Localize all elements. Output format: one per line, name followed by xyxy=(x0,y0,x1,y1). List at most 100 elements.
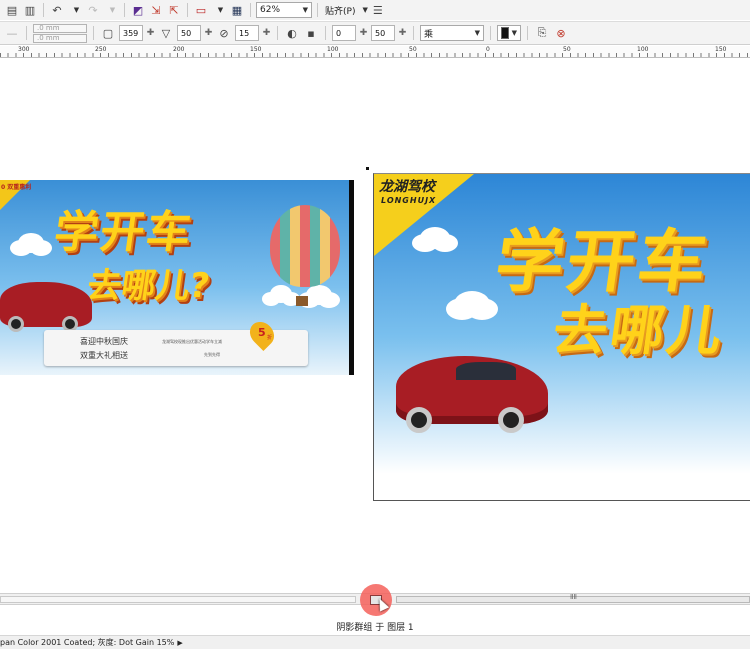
shadow-offset-x-field[interactable]: .0 mm xyxy=(33,23,87,33)
search-content-icon[interactable]: ◩ xyxy=(130,2,146,18)
nudge-fields: .0 mm .0 mm xyxy=(33,23,87,43)
shadow-fade-field[interactable]: 0 xyxy=(332,25,356,41)
toolbar-divider xyxy=(277,26,278,40)
feather-icon: ⊘ xyxy=(219,26,229,40)
spin-icon[interactable]: ✚ xyxy=(204,28,213,38)
brand-name-cn: 龙湖驾校 xyxy=(379,179,435,195)
promo-line2: 双重大礼相送 xyxy=(80,351,128,360)
shadow-angle-field[interactable]: 359 xyxy=(119,25,143,41)
car-window-icon xyxy=(456,362,516,380)
toolbar-divider xyxy=(26,26,27,40)
discount-value: 5 xyxy=(258,326,266,339)
shadow-opacity-field[interactable]: 50 xyxy=(177,25,201,41)
undo-icon[interactable]: ↶ xyxy=(49,2,65,18)
zoom-level-select[interactable]: 62% ▼ xyxy=(256,2,312,18)
snap-dropdown-icon[interactable]: ▼ xyxy=(362,6,367,14)
shadow-color-swatch xyxy=(501,27,509,39)
toolbar-divider xyxy=(93,26,94,40)
object-info-text: 阴影群组 于 图层 1 xyxy=(336,622,414,633)
transparency-operation-value: 乘 xyxy=(424,29,434,40)
ruler-label: 100 xyxy=(327,46,339,53)
right-banner-image[interactable]: 龙湖驾校 LONGHUJX 学开车 去哪儿 xyxy=(373,173,750,501)
red-car-icon xyxy=(396,356,548,433)
left-headline-line1: 学开车 xyxy=(50,207,196,258)
spin-icon[interactable]: ✚ xyxy=(398,28,407,38)
shadow-feather-field[interactable]: 15 xyxy=(235,25,259,41)
copy-shadow-properties-icon[interactable]: ⎘ xyxy=(534,25,550,41)
ruler-label: 0 xyxy=(486,46,490,53)
left-headline-line2: 去哪儿? xyxy=(84,266,213,306)
preset-icon: — xyxy=(6,26,18,40)
toolbar-divider xyxy=(124,3,125,17)
shadow-color-picker[interactable]: ▼ xyxy=(497,25,521,41)
standard-toolbar: ▤ ▥ ↶ ▼ ↷ ▼ ◩ ⇲ ⇱ ▭ ▼ ▦ 62% ▼ 贴齐(P) ▼ ☰ xyxy=(0,0,750,20)
application-launcher-icon[interactable]: ▦ xyxy=(229,2,245,18)
redo-dropdown-icon[interactable]: ▼ xyxy=(103,2,119,18)
pdf-dropdown-icon[interactable]: ▼ xyxy=(211,2,227,18)
toolbar-divider xyxy=(43,3,44,17)
scroll-grip-icon: ⅡⅡ xyxy=(570,593,577,601)
ruler-label: 100 xyxy=(637,46,649,53)
chevron-down-icon: ▼ xyxy=(511,29,517,37)
chevron-down-icon: ▼ xyxy=(302,6,308,14)
ruler-label: 250 xyxy=(95,46,107,53)
opacity-icon: ▽ xyxy=(161,26,171,40)
spin-icon[interactable]: ✚ xyxy=(359,28,368,38)
toolbar-divider xyxy=(527,26,528,40)
undo-dropdown-icon[interactable]: ▼ xyxy=(67,2,83,18)
shadow-stretch-field[interactable]: 50 xyxy=(371,25,395,41)
toolbar-divider xyxy=(317,3,318,17)
brand-name-en: LONGHUJX xyxy=(381,196,437,205)
color-profile-expand-icon[interactable]: ▶ xyxy=(177,639,182,647)
object-status-bar: 阴影群组 于 图层 1 xyxy=(0,618,750,634)
toolbar-divider xyxy=(413,26,414,40)
color-profile-text: pan Color 2001 Coated; 灰度: Dot Gain 15% xyxy=(0,638,175,647)
hot-air-balloon-icon xyxy=(270,205,340,287)
cloud-shape xyxy=(262,292,280,306)
paste-icon[interactable]: ▥ xyxy=(22,2,38,18)
toolbar-divider xyxy=(250,3,251,17)
shadow-offset-y-field[interactable]: .0 mm xyxy=(33,33,87,43)
horizontal-ruler[interactable]: 300 250 200 150 100 50 0 50 100 150 xyxy=(0,46,750,58)
promo-line1: 喜迎中秋国庆 xyxy=(80,337,128,346)
publish-pdf-icon[interactable]: ▭ xyxy=(193,2,209,18)
red-car-icon xyxy=(0,282,92,332)
selection-handle[interactable] xyxy=(366,167,369,170)
spin-icon[interactable]: ✚ xyxy=(262,28,271,38)
cloud-shape xyxy=(446,298,478,320)
feather-direction-icon[interactable]: ◐ xyxy=(284,25,300,41)
scroll-track-left[interactable] xyxy=(0,596,356,603)
cut-icon[interactable]: ▤ xyxy=(4,2,20,18)
discount-unit: 折 xyxy=(267,335,273,341)
options-icon[interactable]: ☰ xyxy=(370,2,386,18)
snap-to-menu[interactable]: 贴齐(P) xyxy=(323,4,357,17)
corner-tag-text: 0 双重惠利 xyxy=(1,184,32,191)
spin-icon[interactable]: ✚ xyxy=(146,28,155,38)
ruler-label: 150 xyxy=(250,46,262,53)
ruler-label: 300 xyxy=(18,46,30,53)
toolbar-divider xyxy=(187,3,188,17)
toolbar-divider xyxy=(325,26,326,40)
wheel-icon xyxy=(8,316,24,332)
ruler-ticks xyxy=(0,53,750,57)
export-icon[interactable]: ⇱ xyxy=(166,2,182,18)
toolbar-divider xyxy=(490,26,491,40)
transparency-operation-select[interactable]: 乘 ▼ xyxy=(420,25,484,41)
drop-shadow-edge xyxy=(349,180,354,375)
chevron-down-icon: ▼ xyxy=(474,29,480,37)
ruler-label: 150 xyxy=(715,46,727,53)
coreldraw-window: ▤ ▥ ↶ ▼ ↷ ▼ ◩ ⇲ ⇱ ▭ ▼ ▦ 62% ▼ 贴齐(P) ▼ ☰ … xyxy=(0,0,750,649)
zoom-level-value: 62% xyxy=(260,5,281,15)
import-icon[interactable]: ⇲ xyxy=(148,2,164,18)
redo-icon[interactable]: ↷ xyxy=(85,2,101,18)
promo-fineprint2: 先到先得 xyxy=(204,352,220,357)
cloud-shape xyxy=(10,240,32,256)
right-headline-line2: 去哪儿 xyxy=(548,299,729,362)
promo-fineprint1: 龙湖驾校现推出优惠活动学车立减 xyxy=(162,339,222,344)
clear-shadow-icon[interactable]: ⊗ xyxy=(553,25,569,41)
ruler-label: 50 xyxy=(409,46,417,53)
color-status-bar: pan Color 2001 Coated; 灰度: Dot Gain 15% … xyxy=(0,635,750,649)
balloon-basket-icon xyxy=(296,296,308,306)
feather-edge-icon[interactable]: ▪ xyxy=(303,25,319,41)
wheel-icon xyxy=(406,407,432,433)
